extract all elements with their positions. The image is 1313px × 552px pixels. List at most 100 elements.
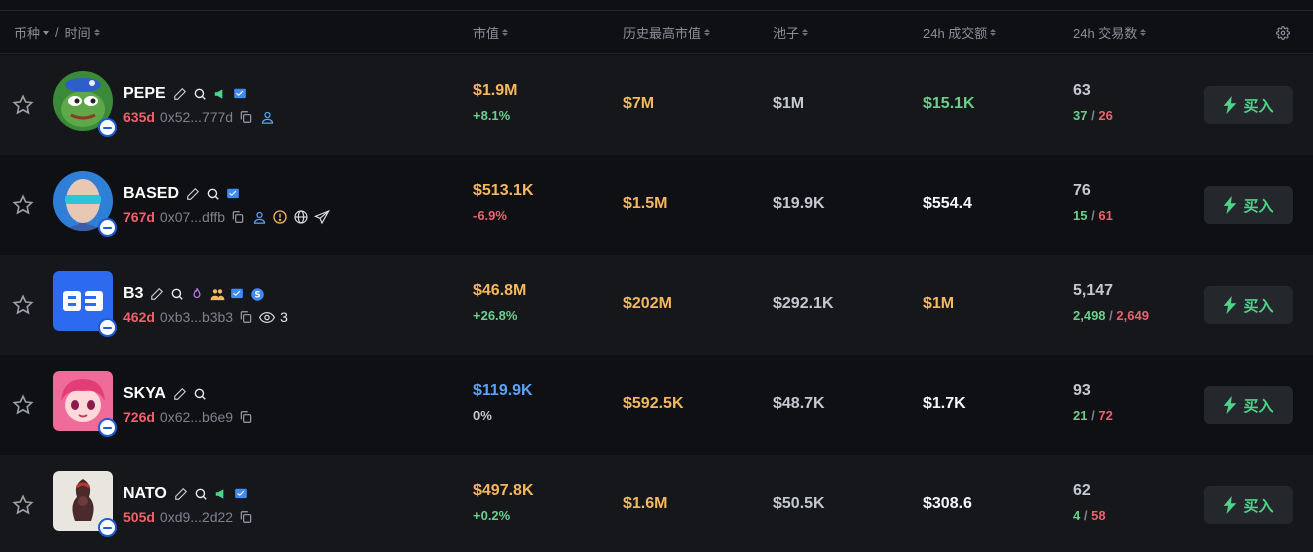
header-mcap-label: 市值: [473, 26, 500, 41]
telegram-icon[interactable]: [229, 286, 245, 302]
buy-sell-counts: 21 / 72: [1073, 408, 1113, 423]
star-icon[interactable]: [12, 294, 34, 316]
telegram-icon[interactable]: [232, 86, 248, 102]
megaphone-icon[interactable]: [213, 486, 229, 502]
sort-icon[interactable]: [1140, 29, 1147, 36]
send-icon[interactable]: [314, 209, 331, 225]
globe-icon[interactable]: [293, 209, 309, 225]
buys-count: 15: [1073, 208, 1088, 223]
mcap-change: +8.1%: [473, 108, 511, 123]
user-icon[interactable]: [259, 109, 275, 125]
token-symbol[interactable]: SKYA: [123, 385, 166, 403]
token-sub-line: 505d 0xd9...2d22: [123, 508, 254, 526]
token-name-line: SKYA: [123, 384, 208, 404]
svg-text:S: S: [254, 290, 260, 300]
edit-icon[interactable]: [149, 286, 165, 302]
sort-icon[interactable]: [990, 29, 997, 36]
eye-icon[interactable]: [259, 309, 276, 325]
buy-button[interactable]: 买入: [1204, 386, 1293, 424]
sells-count: 26: [1098, 108, 1113, 123]
token-symbol[interactable]: BASED: [123, 185, 179, 203]
header-pool[interactable]: 池子: [773, 11, 809, 54]
star-icon[interactable]: [12, 394, 34, 416]
table-header: 币种 / 时间 市值 历史最高市值 池子 24h 成交额 24h 交易数: [0, 11, 1313, 54]
header-sep: /: [55, 25, 59, 40]
slash: /: [1083, 508, 1088, 523]
token-address[interactable]: 0x52...777d: [160, 109, 233, 125]
warning-icon[interactable]: [272, 209, 288, 225]
token-address[interactable]: 0x62...b6e9: [160, 409, 233, 425]
edit-icon[interactable]: [172, 386, 188, 402]
header-ath-label: 历史最高市值: [623, 26, 702, 41]
pool-value: $48.7K: [773, 395, 825, 412]
search-icon[interactable]: [169, 286, 185, 302]
table-row[interactable]: PEPE 635d 0x52...777d $1.9M +8.1% $7M $1…: [0, 55, 1313, 155]
star-icon[interactable]: [12, 94, 34, 116]
sells-count: 61: [1098, 208, 1113, 223]
dollar-icon[interactable]: S: [249, 286, 265, 302]
token-table: 币种 / 时间 市值 历史最高市值 池子 24h 成交额 24h 交易数 PEP…: [0, 0, 1313, 552]
buy-button[interactable]: 买入: [1204, 186, 1293, 224]
header-coin[interactable]: 币种: [14, 23, 40, 42]
header-ath[interactable]: 历史最高市值: [623, 11, 711, 54]
buy-sell-counts: 2,498 / 2,649: [1073, 308, 1149, 323]
edit-icon[interactable]: [173, 486, 189, 502]
token-address[interactable]: 0xb3...b3b3: [160, 309, 233, 325]
search-icon[interactable]: [192, 86, 208, 102]
copy-icon[interactable]: [238, 409, 254, 425]
mcap-value: $46.8M: [473, 282, 527, 299]
chevron-down-icon[interactable]: [43, 30, 50, 35]
slash: /: [1109, 308, 1113, 323]
mcap-change: 0%: [473, 408, 492, 423]
ath-value: $1.6M: [623, 495, 668, 512]
sort-icon[interactable]: [802, 29, 809, 36]
search-icon[interactable]: [193, 486, 209, 502]
sort-icon[interactable]: [93, 29, 100, 36]
megaphone-icon[interactable]: [212, 86, 228, 102]
search-icon[interactable]: [192, 386, 208, 402]
token-sub-line: 635d 0x52...777d: [123, 108, 275, 126]
header-txs[interactable]: 24h 交易数: [1073, 11, 1147, 54]
table-row[interactable]: BASED 767d 0x07...dffb $513.1K -6.9% $1.…: [0, 155, 1313, 255]
table-row[interactable]: B3 S 462d 0xb3...b3b3 3 $46.8M +26.8% $2…: [0, 255, 1313, 355]
copy-icon[interactable]: [238, 309, 254, 325]
user-icon[interactable]: [251, 209, 267, 225]
token-symbol[interactable]: PEPE: [123, 85, 166, 103]
sort-icon[interactable]: [502, 29, 509, 36]
star-icon[interactable]: [12, 194, 34, 216]
copy-icon[interactable]: [230, 209, 246, 225]
header-mcap[interactable]: 市值: [473, 11, 509, 54]
telegram-icon[interactable]: [225, 186, 241, 202]
lightning-icon: [1224, 396, 1237, 414]
search-icon[interactable]: [205, 186, 221, 202]
header-vol[interactable]: 24h 成交额: [923, 11, 997, 54]
buy-button[interactable]: 买入: [1204, 286, 1293, 324]
sort-icon[interactable]: [704, 29, 711, 36]
edit-icon[interactable]: [172, 86, 188, 102]
token-symbol[interactable]: B3: [123, 285, 143, 303]
token-address[interactable]: 0x07...dffb: [160, 209, 225, 225]
star-icon[interactable]: [12, 494, 34, 516]
buy-sell-counts: 37 / 26: [1073, 108, 1113, 123]
buys-count: 2,498: [1073, 308, 1106, 323]
header-time[interactable]: 时间: [65, 23, 91, 42]
copy-icon[interactable]: [238, 509, 254, 525]
buys-count: 4: [1073, 508, 1081, 523]
token-address[interactable]: 0xd9...2d22: [160, 509, 233, 525]
header-pool-label: 池子: [773, 26, 800, 41]
mcap-value: $513.1K: [473, 182, 534, 199]
table-row[interactable]: NATO 505d 0xd9...2d22 $497.8K +0.2% $1.6…: [0, 455, 1313, 552]
chain-badge-icon: [98, 318, 117, 337]
token-symbol[interactable]: NATO: [123, 485, 167, 503]
table-row[interactable]: SKYA 726d 0x62...b6e9 $119.9K 0% $592.5K…: [0, 355, 1313, 455]
sells-count: 2,649: [1116, 308, 1149, 323]
fire-icon[interactable]: [189, 286, 205, 302]
buy-button[interactable]: 买入: [1204, 86, 1293, 124]
buy-button-label: 买入: [1243, 297, 1274, 315]
copy-icon[interactable]: [238, 109, 254, 125]
buy-button[interactable]: 买入: [1204, 486, 1293, 524]
telegram-icon[interactable]: [233, 486, 249, 502]
gear-icon[interactable]: [1276, 11, 1290, 54]
people-icon[interactable]: [209, 286, 225, 302]
edit-icon[interactable]: [185, 186, 201, 202]
